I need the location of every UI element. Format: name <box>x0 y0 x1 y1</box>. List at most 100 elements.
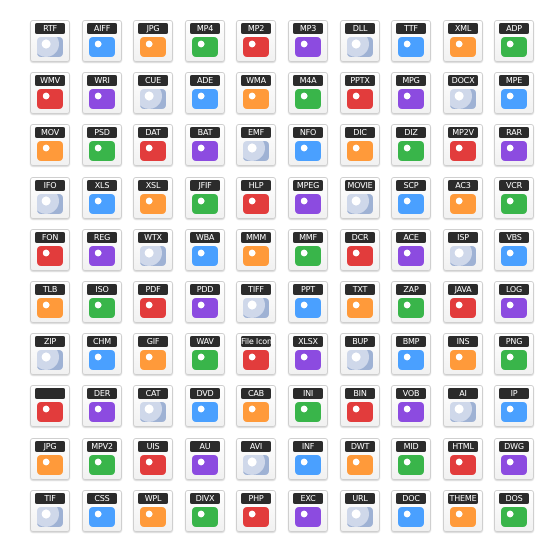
file-icon[interactable]: ZAP <box>391 281 431 323</box>
file-icon[interactable]: EXC <box>288 490 328 532</box>
file-icon[interactable]: PPTX <box>340 72 380 114</box>
file-icon[interactable]: JAVA <box>443 281 483 323</box>
file-icon[interactable] <box>30 385 70 427</box>
file-icon[interactable]: CHM <box>82 333 122 375</box>
file-icon[interactable]: MP2V <box>443 124 483 166</box>
file-icon[interactable]: HTML <box>443 438 483 480</box>
file-icon[interactable]: BUP <box>340 333 380 375</box>
file-icon[interactable]: PDD <box>185 281 225 323</box>
file-icon[interactable]: GIF <box>133 333 173 375</box>
file-icon[interactable]: VOB <box>391 385 431 427</box>
file-icon[interactable]: TIFF <box>236 281 276 323</box>
file-icon[interactable]: DER <box>82 385 122 427</box>
file-icon[interactable]: WPL <box>133 490 173 532</box>
file-icon[interactable]: MP4 <box>185 20 225 62</box>
file-icon[interactable]: MP2 <box>236 20 276 62</box>
file-icon[interactable]: EMF <box>236 124 276 166</box>
file-icon[interactable]: MP3 <box>288 20 328 62</box>
file-icon[interactable]: DLL <box>340 20 380 62</box>
file-icon[interactable]: MMF <box>288 229 328 271</box>
file-icon[interactable]: ACE <box>391 229 431 271</box>
file-icon[interactable]: ADE <box>185 72 225 114</box>
file-icon[interactable]: IFO <box>30 177 70 219</box>
file-icon[interactable]: CUE <box>133 72 173 114</box>
file-icon[interactable]: AVI <box>236 438 276 480</box>
file-icon[interactable]: WBA <box>185 229 225 271</box>
file-icon[interactable]: DOC <box>391 490 431 532</box>
file-icon[interactable]: XML <box>443 20 483 62</box>
file-icon[interactable]: INI <box>288 385 328 427</box>
file-icon[interactable]: DVD <box>185 385 225 427</box>
file-icon[interactable]: HLP <box>236 177 276 219</box>
file-icon[interactable]: M4A <box>288 72 328 114</box>
file-icon[interactable]: THEME <box>443 490 483 532</box>
file-icon[interactable]: ISP <box>443 229 483 271</box>
file-icon[interactable]: AC3 <box>443 177 483 219</box>
file-icon[interactable]: VBS <box>494 229 534 271</box>
file-icon[interactable]: WMV <box>30 72 70 114</box>
file-icon[interactable]: ZIP <box>30 333 70 375</box>
file-icon[interactable]: DOCX <box>443 72 483 114</box>
file-icon[interactable]: INS <box>443 333 483 375</box>
file-icon[interactable]: NFO <box>288 124 328 166</box>
file-icon[interactable]: JPG <box>133 20 173 62</box>
file-icon[interactable]: AU <box>185 438 225 480</box>
file-icon[interactable]: AIFF <box>82 20 122 62</box>
file-icon[interactable]: RAR <box>494 124 534 166</box>
file-icon[interactable]: INF <box>288 438 328 480</box>
file-icon[interactable]: ISO <box>82 281 122 323</box>
file-icon[interactable]: PHP <box>236 490 276 532</box>
file-icon[interactable]: UIS <box>133 438 173 480</box>
file-icon[interactable]: MOV <box>30 124 70 166</box>
file-icon[interactable]: JFIF <box>185 177 225 219</box>
file-icon[interactable]: MOVIE <box>340 177 380 219</box>
file-icon[interactable]: DAT <box>133 124 173 166</box>
file-icon[interactable]: WMA <box>236 72 276 114</box>
file-icon[interactable]: TIF <box>30 490 70 532</box>
file-icon[interactable]: MPEG <box>288 177 328 219</box>
file-icon[interactable]: FON <box>30 229 70 271</box>
file-icon[interactable]: XSL <box>133 177 173 219</box>
file-icon[interactable]: MMM <box>236 229 276 271</box>
file-icon[interactable]: PPT <box>288 281 328 323</box>
file-icon[interactable]: BAT <box>185 124 225 166</box>
file-icon[interactable]: BIN <box>340 385 380 427</box>
file-icon[interactable]: DIC <box>340 124 380 166</box>
file-icon[interactable]: WTX <box>133 229 173 271</box>
file-icon[interactable]: CAB <box>236 385 276 427</box>
file-icon[interactable]: URL <box>340 490 380 532</box>
file-icon[interactable]: DIVX <box>185 490 225 532</box>
file-icon[interactable]: CSS <box>82 490 122 532</box>
file-icon[interactable]: BMP <box>391 333 431 375</box>
file-icon[interactable]: TTF <box>391 20 431 62</box>
file-icon[interactable]: SCP <box>391 177 431 219</box>
file-icon[interactable]: PSD <box>82 124 122 166</box>
file-icon[interactable]: DIZ <box>391 124 431 166</box>
file-icon[interactable]: VCR <box>494 177 534 219</box>
file-icon[interactable]: MID <box>391 438 431 480</box>
file-icon[interactable]: DWT <box>340 438 380 480</box>
file-icon[interactable]: TLB <box>30 281 70 323</box>
file-icon[interactable]: AI <box>443 385 483 427</box>
file-icon[interactable]: File Icons Vs. 5 <box>236 333 276 375</box>
file-icon[interactable]: XLS <box>82 177 122 219</box>
file-icon[interactable]: WAV <box>185 333 225 375</box>
file-icon[interactable]: WRI <box>82 72 122 114</box>
file-icon[interactable]: DCR <box>340 229 380 271</box>
file-icon[interactable]: IP <box>494 385 534 427</box>
file-icon[interactable]: MPG <box>391 72 431 114</box>
file-icon[interactable]: RTF <box>30 20 70 62</box>
file-icon[interactable]: REG <box>82 229 122 271</box>
file-icon[interactable]: MPE <box>494 72 534 114</box>
file-icon[interactable]: ADP <box>494 20 534 62</box>
file-icon[interactable]: DWG <box>494 438 534 480</box>
file-icon[interactable]: PDF <box>133 281 173 323</box>
file-icon[interactable]: JPG <box>30 438 70 480</box>
file-icon[interactable]: LOG <box>494 281 534 323</box>
file-icon[interactable]: MPV2 <box>82 438 122 480</box>
file-icon[interactable]: DOS <box>494 490 534 532</box>
file-icon[interactable]: TXT <box>340 281 380 323</box>
file-icon[interactable]: XLSX <box>288 333 328 375</box>
file-icon[interactable]: PNG <box>494 333 534 375</box>
file-icon[interactable]: CAT <box>133 385 173 427</box>
